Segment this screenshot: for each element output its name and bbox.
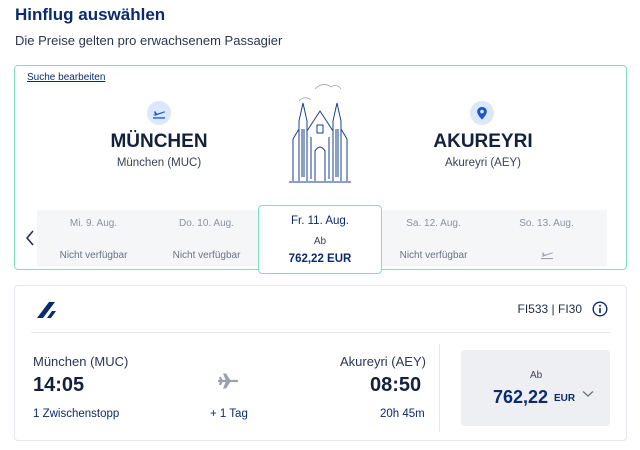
divider [31, 332, 610, 333]
date-label: Fr. 11. Aug. [291, 215, 349, 227]
origin-airport: München (MUC) [116, 157, 202, 169]
flight-result-card: FI533 | FI30 München (MUC) 14:05 1 Zwisc… [14, 285, 627, 441]
price-from-label: Ab [530, 370, 543, 381]
date-label: Mi. 9. Aug. [69, 218, 118, 229]
flight-numbers: FI533 | FI30 [517, 302, 582, 316]
info-icon[interactable] [592, 301, 608, 317]
departure-city: München (MUC) [33, 354, 129, 369]
price-from-label: Ab [313, 236, 327, 247]
divider [439, 344, 440, 432]
date-label: So. 13. Aug. [519, 218, 574, 229]
airline-logo-icon [37, 302, 56, 318]
day-offset: + 1 Tag [210, 408, 248, 420]
price-currency: EUR [554, 393, 576, 404]
date-option-selected[interactable]: Fr. 11. Aug. Ab 762,22 EUR [258, 205, 382, 274]
destination-city-code: AKUREYRI [433, 131, 533, 152]
previous-dates-arrow-icon[interactable] [25, 230, 35, 246]
date-option[interactable]: Mi. 9. Aug. Nicht verfügbar [37, 210, 150, 266]
destination-airport: Akureyri (AEY) [444, 157, 522, 169]
page-subtitle: Die Preise gelten pro erwachsenem Passag… [15, 33, 283, 48]
date-status: Nicht verfügbar [399, 250, 468, 261]
origin-city-code: MÜNCHEN [110, 131, 208, 152]
church-illustration [289, 84, 351, 183]
airplane-icon [218, 373, 238, 389]
price-amount: 762,22 [493, 387, 549, 407]
date-option[interactable]: Do. 10. Aug. Nicht verfügbar [150, 210, 263, 266]
date-status: Nicht verfügbar [172, 250, 241, 261]
departure-time: 14:05 [33, 374, 85, 396]
date-label: Do. 10. Aug. [178, 218, 235, 229]
date-status: Nicht verfügbar [59, 250, 128, 261]
arrival-time: 08:50 [370, 374, 422, 396]
location-pin-icon [470, 101, 494, 125]
edit-search-link[interactable]: Suche bearbeiten [27, 72, 105, 83]
search-summary-card: Suche bearbeiten MÜNCHEN München (MUC) A… [14, 65, 627, 274]
date-label: Sa. 12. Aug. [406, 218, 461, 229]
chevron-down-icon [582, 391, 594, 397]
flight-duration: 20h 45m [380, 408, 425, 420]
arrival-city: Akureyri (AEY) [340, 354, 426, 369]
date-option[interactable]: Sa. 12. Aug. Nicht verfügbar [377, 210, 490, 266]
flight-icon [541, 252, 553, 260]
stops-link[interactable]: 1 Zwischenstopp [33, 408, 119, 420]
departure-icon [147, 101, 171, 125]
date-option[interactable]: So. 13. Aug. [490, 210, 603, 266]
price-select-button[interactable]: Ab 762,22 EUR [461, 350, 610, 426]
page-title: Hinflug auswählen [15, 5, 166, 24]
date-price: 762,22 EUR [288, 253, 352, 265]
